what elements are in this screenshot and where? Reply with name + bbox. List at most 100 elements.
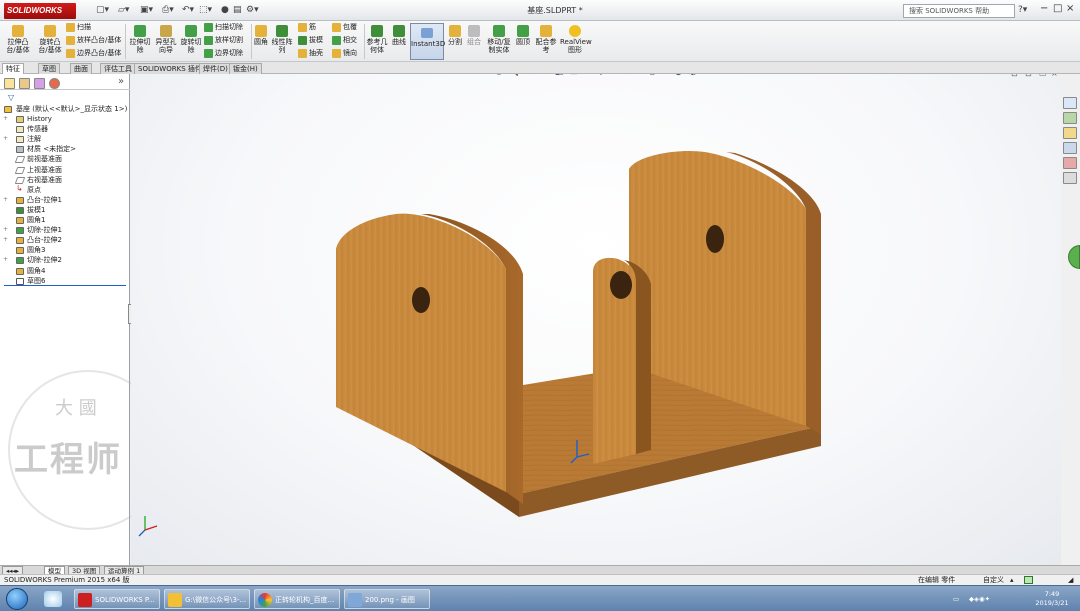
linear-pattern-button[interactable]: 线性阵列 bbox=[270, 25, 294, 54]
close-icon[interactable]: × bbox=[1066, 3, 1074, 14]
rollback-bar[interactable] bbox=[4, 285, 126, 286]
move-copy-bodies-button[interactable]: 移动/复制实体 bbox=[485, 25, 513, 54]
realview-button[interactable]: RealView图形 bbox=[560, 25, 592, 54]
resources-icon[interactable] bbox=[1063, 97, 1077, 109]
property-manager-tab-icon[interactable] bbox=[19, 78, 30, 89]
instant3d-button[interactable]: Instant3D bbox=[410, 23, 445, 60]
tree-item-boss-extrude1[interactable]: + 凸台-拉伸1 bbox=[0, 195, 130, 205]
taskbar-browser[interactable]: 正转轮机构_百度... bbox=[254, 589, 340, 609]
tree-item-fillet3[interactable]: 圆角3 bbox=[0, 245, 130, 255]
wrap-button[interactable]: 包覆 bbox=[332, 21, 357, 33]
tree-item-draft1[interactable]: 拔模1 bbox=[0, 205, 130, 215]
rebuild-icon[interactable]: ● bbox=[221, 4, 229, 17]
tree-item-top-plane[interactable]: 上视基准面 bbox=[0, 165, 130, 175]
mate-reference-button[interactable]: 配合参考 bbox=[533, 25, 559, 54]
taskbar-paint[interactable]: 200.png - 画图 bbox=[344, 589, 430, 609]
mirror-button[interactable]: 镜向 bbox=[332, 47, 357, 59]
tree-item-history[interactable]: + History bbox=[0, 114, 130, 124]
appearances-icon[interactable] bbox=[1063, 157, 1077, 169]
draft-button[interactable]: 拔模 bbox=[298, 34, 323, 46]
help-tooltip-icon[interactable] bbox=[1024, 576, 1033, 584]
combine-button[interactable]: 组合 bbox=[466, 25, 482, 46]
view-palette-icon[interactable] bbox=[1063, 142, 1077, 154]
expand-icon[interactable]: + bbox=[3, 134, 8, 144]
expand-icon[interactable]: + bbox=[3, 114, 8, 124]
options-icon[interactable]: ⚙▾ bbox=[246, 4, 259, 17]
model-view[interactable] bbox=[131, 74, 1061, 565]
print-icon[interactable]: ⎙▾ bbox=[162, 4, 174, 17]
boundary-cut-button[interactable]: 边界切除 bbox=[204, 47, 243, 59]
clock-time[interactable]: 7:49 bbox=[1037, 590, 1067, 598]
start-button[interactable] bbox=[6, 588, 28, 610]
tree-item-boss-extrude2[interactable]: + 凸台-拉伸2 bbox=[0, 235, 130, 245]
tree-item-fillet4[interactable]: 圆角4 bbox=[0, 266, 130, 276]
undo-icon[interactable]: ↶▾ bbox=[182, 4, 194, 17]
expand-icon[interactable]: + bbox=[3, 255, 8, 265]
fillet-button[interactable]: 圆角 bbox=[253, 25, 269, 46]
tree-item-origin[interactable]: ↳ 原点 bbox=[0, 184, 130, 195]
tree-item-fillet1[interactable]: 圆角1 bbox=[0, 215, 130, 225]
custom-properties-icon[interactable] bbox=[1063, 172, 1077, 184]
tree-item-front-plane[interactable]: 前视基准面 bbox=[0, 154, 130, 164]
taskbar-solidworks[interactable]: SOLIDWORKS P... bbox=[74, 589, 160, 609]
tab-sketch[interactable]: 草图 bbox=[38, 63, 60, 74]
tab-evaluate[interactable]: 评估工具 bbox=[100, 63, 136, 74]
solidworks-logo[interactable]: SOLIDWORKS bbox=[4, 3, 76, 19]
extrude-cut-button[interactable]: 拉伸切除 bbox=[127, 25, 153, 54]
center-post-hole[interactable] bbox=[610, 271, 632, 299]
tab-weldments[interactable]: 焊件(D) bbox=[199, 63, 232, 74]
expand-icon[interactable]: + bbox=[3, 225, 8, 235]
tree-item-cut-extrude2[interactable]: + 切除-拉伸2 bbox=[0, 255, 130, 265]
pinned-app-icon[interactable] bbox=[44, 591, 62, 607]
lofted-cut-button[interactable]: 放样切割 bbox=[204, 34, 243, 46]
reference-geometry-button[interactable]: 参考几何体 bbox=[366, 25, 388, 54]
tab-addins[interactable]: SOLIDWORKS 插件 bbox=[134, 63, 206, 74]
expand-task-pane-icon[interactable] bbox=[1068, 245, 1080, 269]
configuration-manager-tab-icon[interactable] bbox=[34, 78, 45, 89]
file-properties-icon[interactable]: ▤ bbox=[233, 4, 242, 17]
open-document-icon[interactable]: ▱▾ bbox=[118, 4, 129, 17]
loft-boss-button[interactable]: 放样凸台/基体 bbox=[66, 34, 121, 46]
hole-wizard-button[interactable]: 异型孔向导 bbox=[154, 25, 178, 54]
filter-icon[interactable]: ▽ bbox=[8, 93, 14, 102]
taskbar-explorer[interactable]: G:\微信公众号\3-... bbox=[164, 589, 250, 609]
save-icon[interactable]: ▣▾ bbox=[140, 4, 153, 17]
file-explorer-icon[interactable] bbox=[1063, 127, 1077, 139]
design-library-icon[interactable] bbox=[1063, 112, 1077, 124]
revolve-boss-button[interactable]: 旋转凸台/基体 bbox=[35, 25, 65, 54]
feature-manager-tab-icon[interactable] bbox=[4, 78, 15, 89]
expand-panel-icon[interactable]: » bbox=[118, 76, 124, 87]
help-search-input[interactable]: 搜索 SOLIDWORKS 帮助 bbox=[903, 4, 1015, 18]
intersect-button[interactable]: 相交 bbox=[332, 34, 357, 46]
select-icon[interactable]: ⬚▾ bbox=[199, 4, 212, 17]
tab-sheet-metal[interactable]: 钣金(H) bbox=[229, 63, 262, 74]
extrude-boss-button[interactable]: 拉伸凸台/基体 bbox=[3, 25, 33, 54]
help-icon[interactable]: ?▾ bbox=[1018, 4, 1027, 17]
tab-surfaces[interactable]: 曲面 bbox=[70, 63, 92, 74]
expand-icon[interactable]: + bbox=[3, 195, 8, 205]
new-document-icon[interactable]: ▢▾ bbox=[96, 4, 109, 17]
minimize-icon[interactable]: − bbox=[1040, 3, 1048, 14]
tab-features[interactable]: 特征 bbox=[2, 63, 24, 74]
tree-root[interactable]: 基座 (默认<<默认>_显示状态 1>) bbox=[0, 104, 130, 114]
split-button[interactable]: 分割 bbox=[446, 25, 464, 46]
curves-button[interactable]: 曲线 bbox=[390, 25, 408, 46]
tree-item-annotations[interactable]: + 注解 bbox=[0, 134, 130, 144]
left-wall-hole[interactable] bbox=[412, 287, 430, 313]
expand-icon[interactable]: + bbox=[3, 235, 8, 245]
graphics-area[interactable]: ⤓ 🔍 ⊕ ✎ ◧ ⊞ ▪ ◈ ▾ ⊙ ▾ ◉ ▾ ● ◐ ▭ ▾ ⊟ ⊡ ▭ … bbox=[131, 74, 1061, 565]
rib-button[interactable]: 筋 bbox=[298, 21, 316, 33]
boundary-boss-button[interactable]: 边界凸台/基体 bbox=[66, 47, 121, 59]
shell-button[interactable]: 抽壳 bbox=[298, 47, 323, 59]
tree-item-material[interactable]: 材质 <未指定> bbox=[0, 144, 130, 154]
back-wall-hole[interactable] bbox=[706, 225, 724, 253]
clock-date[interactable]: 2019/3/21 bbox=[1029, 599, 1075, 607]
revolve-cut-button[interactable]: 旋转切除 bbox=[179, 25, 203, 54]
sweep-button[interactable]: 扫描 bbox=[66, 21, 91, 33]
swept-cut-button[interactable]: 扫描切除 bbox=[204, 21, 243, 33]
display-manager-tab-icon[interactable] bbox=[49, 78, 60, 89]
tree-item-sensors[interactable]: 传感器 bbox=[0, 124, 130, 134]
dome-button[interactable]: 圆顶 bbox=[514, 25, 532, 46]
tray-apps-icon[interactable]: ◆◈◉✦ bbox=[969, 595, 990, 603]
keyboard-icon[interactable]: ▭ bbox=[953, 595, 959, 603]
